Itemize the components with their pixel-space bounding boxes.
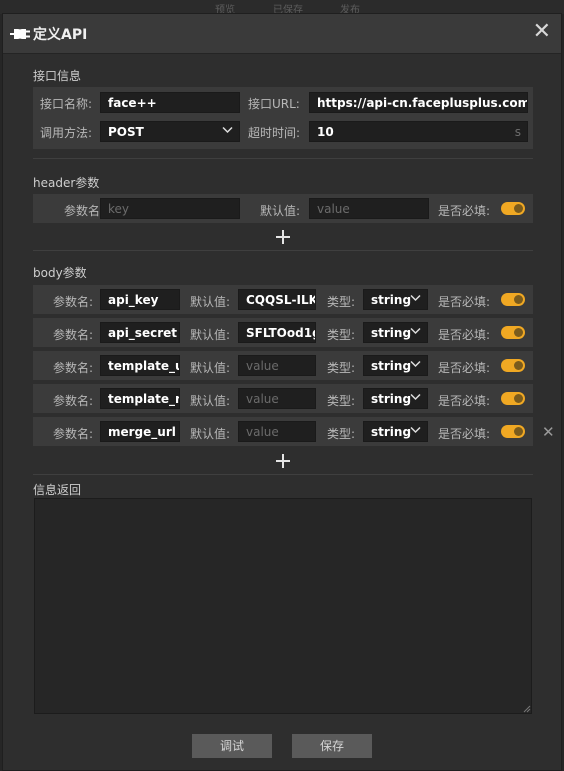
default-value-input[interactable]: value [238,355,316,376]
divider [33,474,533,475]
param-name-label: 参数名: [53,394,94,408]
response-title: 信息返回 [33,483,82,497]
api-name-input[interactable]: face++ [100,92,240,113]
default-value-input[interactable]: value [238,421,316,442]
chevron-down-icon [410,426,421,434]
required-toggle[interactable] [501,425,525,438]
type-select[interactable]: string [363,355,428,376]
param-name-input[interactable]: merge_url [100,421,180,442]
type-label: 类型: [327,295,356,309]
type-select[interactable]: string [363,421,428,442]
timeout-unit: s [514,125,521,139]
param-name-input[interactable]: template_rect [100,388,180,409]
chevron-down-icon [410,360,421,368]
type-value: string [371,293,412,307]
default-value-input[interactable]: CQQSL-ILK [238,289,316,310]
param-name-label: 参数名: [53,427,94,441]
debug-button[interactable]: 调试 [192,734,272,758]
body-param-row: 参数名: template_rect 默认值: value 类型: string… [33,384,533,413]
chevron-down-icon [222,126,233,134]
method-select[interactable]: POST [100,121,240,142]
default-value-input[interactable]: SFLTOod1g [238,322,316,343]
define-api-dialog: 定义API ✕ 接口信息 接口名称: face++ 接口URL: https:/… [2,13,562,771]
type-select[interactable]: string [363,388,428,409]
param-name-label: 参数名: [53,361,94,375]
save-button[interactable]: 保存 [292,734,372,758]
required-toggle[interactable] [501,326,525,339]
dialog-titlebar: 定义API ✕ [3,14,561,54]
body-param-row: 参数名: api_key 默认值: CQQSL-ILK 类型: string 是… [33,285,533,314]
type-select[interactable]: string [363,289,428,310]
header-params-title: header参数 [33,176,100,190]
required-toggle[interactable] [501,392,525,405]
api-name-label: 接口名称: [40,97,93,111]
param-name-input[interactable]: api_key [100,289,180,310]
chevron-down-icon [410,327,421,335]
default-value-label: 默认值: [190,394,231,408]
type-value: string [371,425,412,439]
divider [33,158,533,159]
type-value: string [371,359,412,373]
header-param-name-label: 参数名: [64,204,105,218]
method-value: POST [108,125,144,139]
required-label: 是否必填: [438,361,491,375]
required-label: 是否必填: [438,427,491,441]
default-value-label: 默认值: [190,361,231,375]
header-required-label: 是否必填: [438,204,491,218]
close-icon[interactable]: ✕ [533,21,551,43]
header-default-label: 默认值: [260,204,301,218]
method-label: 调用方法: [40,126,93,140]
header-param-row: 参数名: key 默认值: value 是否必填: [33,194,533,223]
header-required-toggle[interactable] [501,202,525,215]
type-value: string [371,326,412,340]
resize-grip-icon[interactable] [523,705,531,713]
default-value-label: 默认值: [190,328,231,342]
type-label: 类型: [327,361,356,375]
required-toggle[interactable] [501,359,525,372]
header-default-input[interactable]: value [309,198,429,219]
required-label: 是否必填: [438,328,491,342]
header-param-name-input[interactable]: key [100,198,240,219]
add-header-param-button[interactable] [276,230,290,244]
param-name-label: 参数名: [53,328,94,342]
plug-icon [10,29,30,39]
type-label: 类型: [327,394,356,408]
body-params-title: body参数 [33,266,87,280]
timeout-value: 10 [317,125,334,139]
timeout-input[interactable]: 10 s [309,121,528,142]
type-select[interactable]: string [363,322,428,343]
default-value-label: 默认值: [190,427,231,441]
dialog-title: 定义API [33,27,88,43]
timeout-label: 超时时间: [248,126,301,140]
type-label: 类型: [327,427,356,441]
chevron-down-icon [410,393,421,401]
delete-row-icon[interactable]: ✕ [542,423,555,441]
body-param-row: 参数名: template_url 默认值: value 类型: string … [33,351,533,380]
interface-info-panel: 接口名称: face++ 接口URL: https://api-cn.facep… [33,87,533,149]
default-value-input[interactable]: value [238,388,316,409]
response-textarea[interactable] [34,498,532,714]
body-param-row: 参数名: api_secret 默认值: SFLTOod1g 类型: strin… [33,318,533,347]
type-label: 类型: [327,328,356,342]
background-toolbar: 预览 已保存 发布 [0,0,564,14]
default-value-label: 默认值: [190,295,231,309]
chevron-down-icon [410,294,421,302]
divider [33,250,533,251]
param-name-input[interactable]: api_secret [100,322,180,343]
body-param-row: 参数名: merge_url 默认值: value 类型: string 是否必… [33,417,533,446]
type-value: string [371,392,412,406]
add-body-param-button[interactable] [276,454,290,468]
api-url-input[interactable]: https://api-cn.faceplusplus.com/imagep [309,92,528,113]
param-name-label: 参数名: [53,295,94,309]
api-url-label: 接口URL: [248,97,300,111]
required-label: 是否必填: [438,394,491,408]
required-toggle[interactable] [501,293,525,306]
required-label: 是否必填: [438,295,491,309]
param-name-input[interactable]: template_url [100,355,180,376]
interface-info-title: 接口信息 [33,69,82,83]
